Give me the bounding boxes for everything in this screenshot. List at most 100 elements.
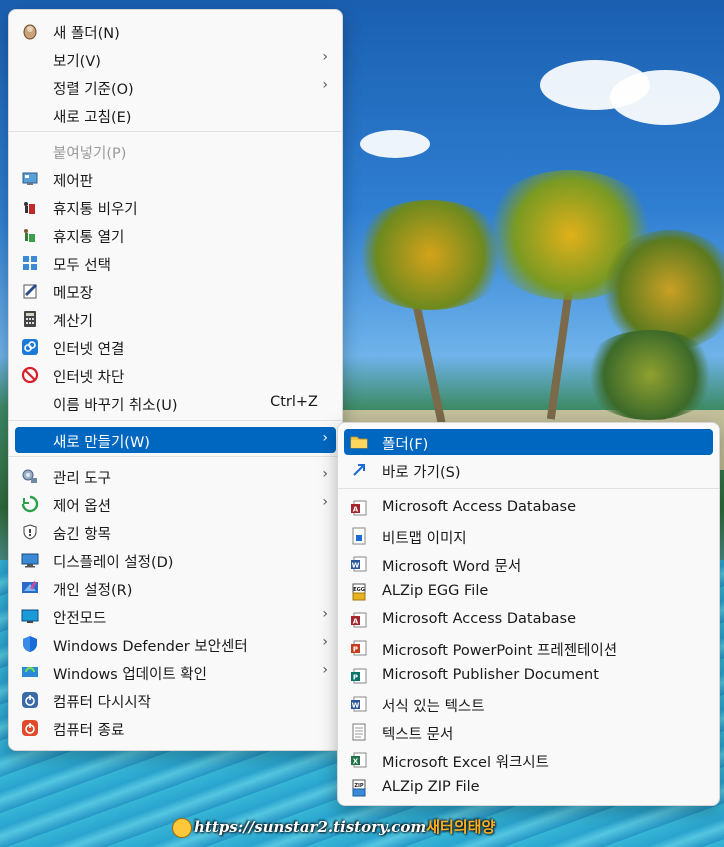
chevron-right-icon: ›: [322, 49, 328, 65]
menu-item[interactable]: 바로 가기(S): [344, 457, 713, 483]
menu-item-label: 텍스트 문서: [382, 727, 454, 743]
display-settings-icon: [21, 551, 39, 569]
menu-item[interactable]: 숨긴 항목: [15, 519, 336, 545]
menu-item-label: 디스플레이 설정(D): [53, 555, 174, 571]
rich-text-icon: W: [350, 695, 368, 713]
menu-item[interactable]: 폴더(F): [344, 429, 713, 455]
menu-item[interactable]: 제어 옵션 ›: [15, 491, 336, 517]
menu-item-label: 보기(V): [53, 54, 101, 70]
menu-item[interactable]: Windows 업데이트 확인 ›: [15, 659, 336, 685]
menu-item[interactable]: 안전모드 ›: [15, 603, 336, 629]
menu-item[interactable]: EGG ALZip EGG File: [344, 579, 713, 605]
menu-item[interactable]: X Microsoft Excel 워크시트: [344, 747, 713, 773]
svg-text:A: A: [353, 506, 359, 514]
menu-item[interactable]: Windows Defender 보안센터 ›: [15, 631, 336, 657]
safe-mode-icon: [21, 607, 39, 625]
bitmap-image-icon: [350, 527, 368, 545]
wallpaper-cloud: [360, 130, 430, 158]
menu-item[interactable]: 제어판: [15, 166, 336, 192]
svg-text:ZIP: ZIP: [354, 783, 363, 789]
svg-text:A: A: [353, 618, 359, 626]
menu-item[interactable]: 비트맵 이미지: [344, 523, 713, 549]
word-document-icon: W: [350, 555, 368, 573]
menu-item-label: 모두 선택: [53, 258, 111, 274]
chevron-right-icon: ›: [322, 606, 328, 622]
menu-item-label: 휴지통 비우기: [53, 202, 138, 218]
admin-tools-icon: [21, 467, 39, 485]
control-options-icon: [21, 495, 39, 513]
menu-item-label: 새로 만들기(W): [53, 435, 150, 451]
svg-text:W: W: [352, 702, 360, 710]
defender-shield-icon: [21, 635, 39, 653]
menu-item-label: 안전모드: [53, 611, 107, 627]
menu-separator: [338, 488, 719, 489]
menu-item-label: 붙여넣기(P): [53, 146, 127, 162]
menu-item[interactable]: 모두 선택: [15, 250, 336, 276]
chevron-right-icon: ›: [322, 466, 328, 482]
menu-item[interactable]: 계산기: [15, 306, 336, 332]
menu-item-label: 정렬 기준(O): [53, 82, 134, 98]
menu-item-label: 컴퓨터 종료: [53, 723, 125, 739]
menu-separator: [9, 131, 342, 132]
menu-item-label: ALZip ZIP File: [382, 779, 480, 795]
menu-item[interactable]: 새로 고침(E): [15, 102, 336, 128]
menu-item[interactable]: A Microsoft Access Database: [344, 607, 713, 633]
folder-icon: [350, 433, 368, 451]
chevron-right-icon: ›: [322, 634, 328, 650]
menu-item-label: 컴퓨터 다시시작: [53, 695, 151, 711]
restart-icon: [21, 691, 39, 709]
menu-item-label: 폴더(F): [382, 437, 429, 453]
control-panel-icon: [21, 170, 39, 188]
menu-item[interactable]: 디스플레이 설정(D): [15, 547, 336, 573]
watermark-url: https://sunstar2.tistory.com: [194, 818, 427, 836]
svg-text:W: W: [352, 562, 360, 570]
menu-item[interactable]: W 서식 있는 텍스트: [344, 691, 713, 717]
menu-item[interactable]: 보기(V) ›: [15, 46, 336, 72]
menu-item-label: 새로 고침(E): [53, 110, 132, 126]
menu-item-label: 인터넷 연결: [53, 342, 125, 358]
watermark: https://sunstar2.tistory.com새터의태양: [172, 816, 495, 838]
menu-item-label: 제어 옵션: [53, 499, 111, 515]
menu-item[interactable]: 개인 설정(R): [15, 575, 336, 601]
menu-item[interactable]: ZIP ALZip ZIP File: [344, 775, 713, 801]
menu-item[interactable]: 컴퓨터 종료: [15, 715, 336, 741]
menu-item-label: Microsoft Publisher Document: [382, 667, 599, 683]
menu-item[interactable]: 인터넷 연결: [15, 334, 336, 360]
notepad-icon: [21, 282, 39, 300]
menu-item-label: 계산기: [53, 314, 94, 330]
menu-item-label: Windows 업데이트 확인: [53, 667, 207, 683]
chevron-right-icon: ›: [322, 430, 328, 446]
menu-item[interactable]: 새 폴더(N): [15, 18, 336, 44]
menu-item[interactable]: 텍스트 문서: [344, 719, 713, 745]
internet-block-icon: [21, 366, 39, 384]
empty-recycle-bin-icon: [21, 198, 39, 216]
alzip-egg-icon: EGG: [350, 583, 368, 601]
menu-item[interactable]: 관리 도구 ›: [15, 463, 336, 489]
menu-item[interactable]: 휴지통 비우기: [15, 194, 336, 220]
menu-item[interactable]: 붙여넣기(P): [15, 138, 336, 164]
menu-item[interactable]: 휴지통 열기: [15, 222, 336, 248]
wallpaper-palm-leaves: [580, 330, 720, 420]
menu-item[interactable]: 컴퓨터 다시시작: [15, 687, 336, 713]
menu-item[interactable]: 메모장: [15, 278, 336, 304]
menu-item-label: 비트맵 이미지: [382, 531, 467, 547]
menu-item[interactable]: P Microsoft PowerPoint 프레젠테이션: [344, 635, 713, 661]
menu-item[interactable]: P Microsoft Publisher Document: [344, 663, 713, 689]
menu-item-label: 새 폴더(N): [53, 26, 120, 42]
menu-item[interactable]: 새로 만들기(W) ›: [15, 427, 336, 453]
menu-item[interactable]: A Microsoft Access Database: [344, 495, 713, 521]
menu-item[interactable]: 이름 바꾸기 취소(U) Ctrl+Z: [15, 390, 336, 416]
menu-item-label: Windows Defender 보안센터: [53, 639, 248, 655]
menu-item[interactable]: W Microsoft Word 문서: [344, 551, 713, 577]
personalize-icon: [21, 579, 39, 597]
svg-text:EGG: EGG: [353, 587, 365, 593]
access-database-icon: A: [350, 499, 368, 517]
menu-item[interactable]: 정렬 기준(O) ›: [15, 74, 336, 100]
excel-icon: X: [350, 751, 368, 769]
menu-item-label: Microsoft Access Database: [382, 611, 577, 627]
shortcut-hint: Ctrl+Z: [270, 394, 318, 410]
menu-item[interactable]: 인터넷 차단: [15, 362, 336, 388]
menu-item-label: 이름 바꾸기 취소(U): [53, 398, 178, 414]
menu-item-label: 휴지통 열기: [53, 230, 125, 246]
shutdown-icon: [21, 719, 39, 737]
